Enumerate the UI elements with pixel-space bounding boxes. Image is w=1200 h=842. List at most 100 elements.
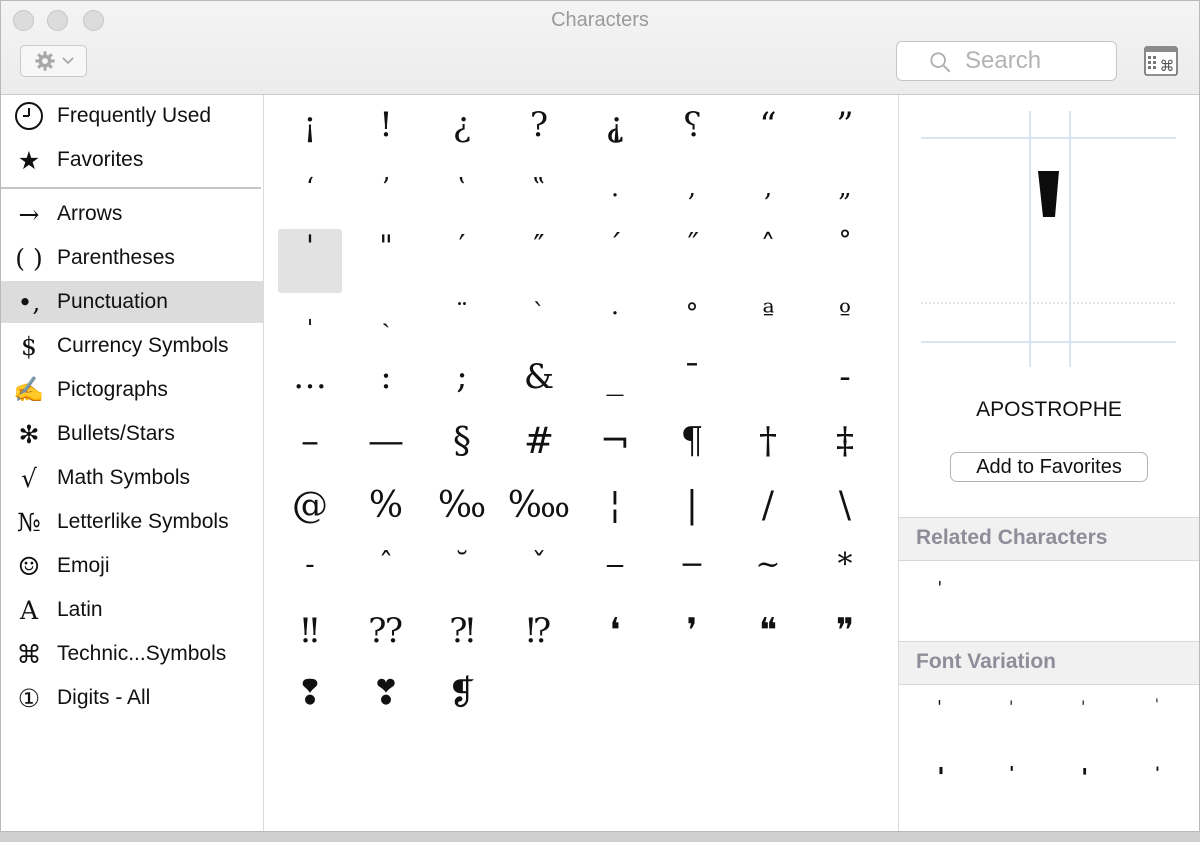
character-cell[interactable]: " [354,229,418,293]
character-cell[interactable]: ⸮ [660,105,724,169]
character-cell[interactable]: ˄ [736,229,800,293]
character-cell[interactable]: ‛ [430,165,494,229]
sidebar-item-parentheses[interactable]: ( ) Parentheses [1,237,263,279]
search-field[interactable]: Search [896,41,1117,81]
character-cell[interactable]: ˘ [430,547,494,611]
character-cell[interactable]: ° [660,291,724,355]
character-cell[interactable]: / [736,485,800,549]
character-cell[interactable]: ª [736,291,800,355]
character-cell[interactable]: ‟ [507,165,571,229]
character-cell[interactable]: ❡ [430,673,494,737]
character-cell[interactable]: : [354,357,418,421]
character-cell[interactable]: ¶ [660,421,724,485]
character-cell[interactable]: ❣ [354,673,418,737]
character-cell[interactable]: ‒ [583,547,647,611]
character-cell[interactable]: ¦ [583,485,647,549]
sidebar-item-currency-symbols[interactable]: $ Currency Symbols [1,325,263,367]
character-cell[interactable]: † [736,421,800,485]
sidebar-item-digits-all[interactable]: ① Digits - All [1,677,263,719]
font-variation-glyph[interactable]: ' [1009,697,1013,716]
sidebar-item-arrows[interactable]: → Arrows [1,193,263,235]
font-variation-glyph[interactable]: ' [937,697,942,718]
character-cell[interactable]: ¯ [660,357,724,421]
character-cell[interactable]: ¬ [583,421,647,485]
character-cell[interactable]: ˝ [660,229,724,293]
sidebar-item-pictographs[interactable]: ✍ Pictographs [1,369,263,411]
character-cell[interactable]: ‘ [278,165,342,229]
character-cell[interactable]: ❞ [813,611,877,675]
character-cell[interactable]: ⁉ [507,611,571,675]
character-cell[interactable]: ; [430,357,494,421]
character-cell[interactable]: ˚ [813,229,877,293]
font-variation-glyph[interactable]: ' [1009,763,1015,784]
character-cell[interactable]: ❛ [583,611,647,675]
sidebar-item-bullets-stars[interactable]: ✻ Bullets/Stars [1,413,263,455]
font-variation-glyph[interactable]: ' [1081,763,1088,792]
character-cell[interactable]: º [813,291,877,355]
action-menu-button[interactable] [20,45,87,77]
character-cell[interactable]: @ [278,485,342,549]
character-cell[interactable]: ‰ [430,485,494,549]
character-cell[interactable]: ‐ [813,357,877,421]
character-cell[interactable]: # [507,421,571,485]
sidebar-item-letterlike-symbols[interactable]: № Letterlike Symbols [1,501,263,543]
character-cell[interactable]: & [507,357,571,421]
character-cell[interactable]: ˇ [507,547,571,611]
character-cell[interactable]: ˌ [278,291,342,355]
character-cell[interactable]: \ [813,485,877,549]
character-cell[interactable]: ’ [354,165,418,229]
character-cell[interactable]: ? [507,105,571,169]
sidebar-item-frequently-used[interactable]: Frequently Used [1,95,263,137]
sidebar-item-latin[interactable]: A Latin [1,589,263,631]
character-cell[interactable]: · [583,291,647,355]
character-cell[interactable]: § [430,421,494,485]
character-cell[interactable]: … [278,357,342,421]
character-cell[interactable]: , [660,165,724,229]
character-cell[interactable]: ” [813,105,877,169]
character-cell[interactable]: ! [354,105,418,169]
font-variation-glyph[interactable]: ' [1155,697,1159,713]
character-cell[interactable]: ❝ [736,611,800,675]
sidebar-item-math-symbols[interactable]: √ Math Symbols [1,457,263,499]
character-cell[interactable]: „ [813,165,877,229]
character-cell[interactable]: ❢ [278,673,342,737]
related-character[interactable]: ˈ [937,577,943,601]
sidebar-item-emoji[interactable]: ☺ Emoji [1,545,263,587]
character-cell[interactable]: * [813,547,877,611]
character-cell[interactable]: ‡ [813,421,877,485]
character-cell[interactable]: ´ [583,229,647,293]
character-cell[interactable]: ‱ [507,485,571,549]
character-cell[interactable]: ˏ [354,291,418,355]
character-cell[interactable]: — [354,421,418,485]
sidebar-item-favorites[interactable]: ★ Favorites [1,139,263,181]
character-cell[interactable]: ¨ [430,291,494,355]
character-cell[interactable]: − [660,547,724,611]
character-cell[interactable]: ‚ [736,165,800,229]
character-cell[interactable]: ″ [507,229,571,293]
character-cell[interactable]: ˗ [278,547,342,611]
character-cell[interactable]: – [278,421,342,485]
character-cell[interactable]: ¡ [278,105,342,169]
sidebar-item-punctuation[interactable]: •, Punctuation [1,281,263,323]
character-cell[interactable]: ¿ [430,105,494,169]
character-cell[interactable]: ˆ [354,547,418,611]
character-cell[interactable]: ⁇ [354,611,418,675]
character-cell[interactable]: ⸘ [583,105,647,169]
sidebar-item-technic-symbols[interactable]: ⌘ Technic...Symbols [1,633,263,675]
character-viewer-icon[interactable]: ⌘ [1144,46,1178,76]
character-cell[interactable]: ‼ [278,611,342,675]
font-variation-glyph[interactable]: ' [937,763,945,793]
character-cell[interactable]: “ [736,105,800,169]
character-cell[interactable] [736,357,800,421]
character-cell[interactable]: | [660,485,724,549]
font-variation-glyph[interactable]: ' [1155,763,1160,782]
font-variation-glyph[interactable]: ' [1081,697,1085,716]
character-cell[interactable]: ` [507,291,571,355]
character-cell[interactable]: _ [583,357,647,421]
character-cell[interactable]: ⁈ [430,611,494,675]
character-cell[interactable]: . [583,165,647,229]
character-cell[interactable]: ❜ [660,611,724,675]
character-cell[interactable]: % [354,485,418,549]
character-cell[interactable]: ' [278,229,342,293]
character-cell[interactable]: ~ [736,547,800,611]
